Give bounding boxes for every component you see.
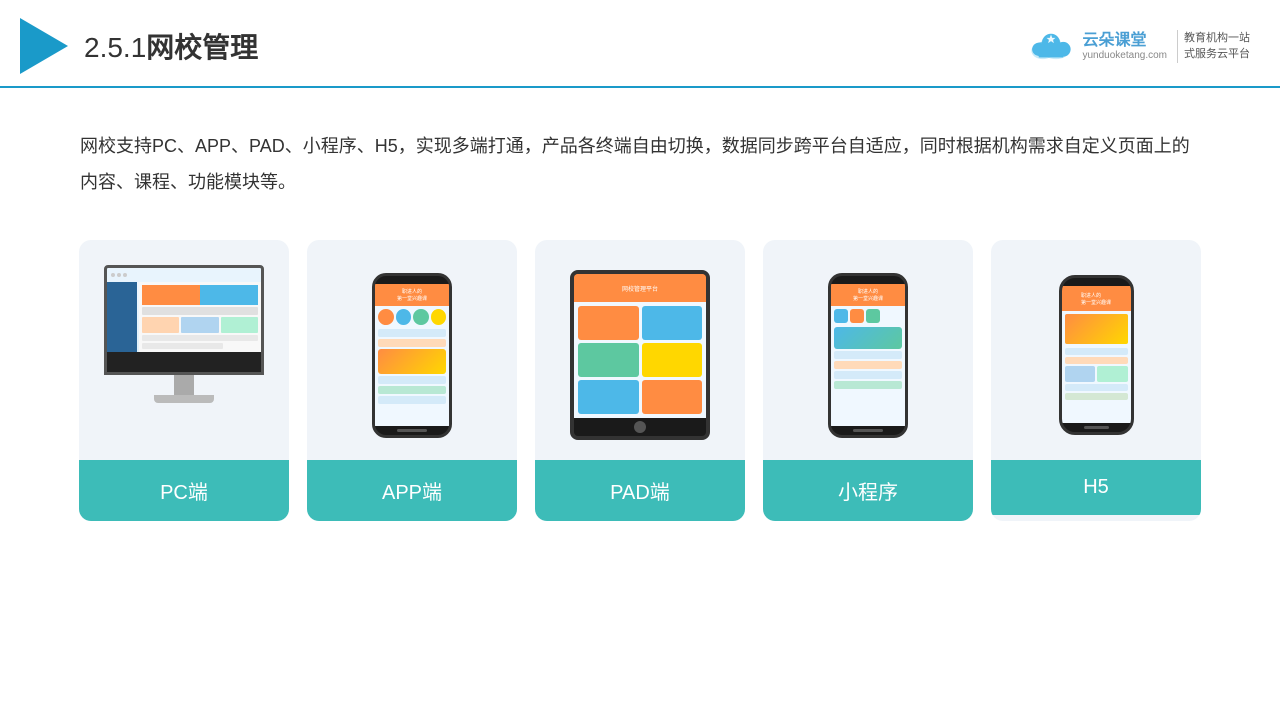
- page-title-text: 网校管理: [146, 32, 258, 63]
- card-label-app: APP端: [307, 460, 517, 521]
- brand-name: 云朵课堂: [1082, 31, 1146, 50]
- card-label-h5: H5: [991, 460, 1201, 515]
- card-image-h5: 职进人的第一堂兴趣课: [991, 240, 1201, 460]
- card-h5: 职进人的第一堂兴趣课 H: [991, 240, 1201, 521]
- phone-app-icon: 职进人的第一堂兴趣课: [372, 273, 452, 438]
- tablet-icon: 网校管理平台: [570, 270, 710, 440]
- pc-monitor-icon: [99, 265, 269, 445]
- brand-logo: 云朵课堂 yunduoketang.com 教育机构一站 式服务云平台: [1026, 28, 1250, 64]
- card-image-app: 职进人的第一堂兴趣课: [307, 240, 517, 460]
- description-text: 网校支持PC、APP、PAD、小程序、H5，实现多端打通，产品各终端自由切换，数…: [80, 128, 1200, 200]
- card-image-miniapp: 职进人的第一堂兴趣课: [763, 240, 973, 460]
- card-label-pc: PC端: [79, 460, 289, 521]
- card-pc: PC端: [79, 240, 289, 521]
- card-app: 职进人的第一堂兴趣课: [307, 240, 517, 521]
- card-miniapp: 职进人的第一堂兴趣课: [763, 240, 973, 521]
- card-image-pc: [79, 240, 289, 460]
- header-right: 云朵课堂 yunduoketang.com 教育机构一站 式服务云平台: [1026, 28, 1250, 64]
- phone-h5-icon: 职进人的第一堂兴趣课: [1059, 275, 1134, 435]
- header-left: 2.5.1网校管理: [20, 18, 258, 74]
- card-label-pad: PAD端: [535, 460, 745, 521]
- card-image-pad: 网校管理平台: [535, 240, 745, 460]
- card-label-miniapp: 小程序: [763, 460, 973, 521]
- brand-url: yunduoketang.com: [1082, 50, 1167, 61]
- brand-text-block: 云朵课堂 yunduoketang.com: [1082, 31, 1167, 61]
- cards-container: PC端 职进人的第一堂兴趣课: [0, 220, 1280, 541]
- logo-triangle-icon: [20, 18, 68, 74]
- page-title-num: 2.5.1: [84, 32, 146, 63]
- description: 网校支持PC、APP、PAD、小程序、H5，实现多端打通，产品各终端自由切换，数…: [0, 88, 1280, 220]
- cloud-icon: [1026, 28, 1076, 64]
- card-pad: 网校管理平台 PAD端: [535, 240, 745, 521]
- page-title: 2.5.1网校管理: [84, 26, 258, 66]
- brand-tagline: 教育机构一站 式服务云平台: [1177, 30, 1250, 63]
- header: 2.5.1网校管理 云朵课堂 yunduoketang.com: [0, 0, 1280, 88]
- phone-miniapp-icon: 职进人的第一堂兴趣课: [828, 273, 908, 438]
